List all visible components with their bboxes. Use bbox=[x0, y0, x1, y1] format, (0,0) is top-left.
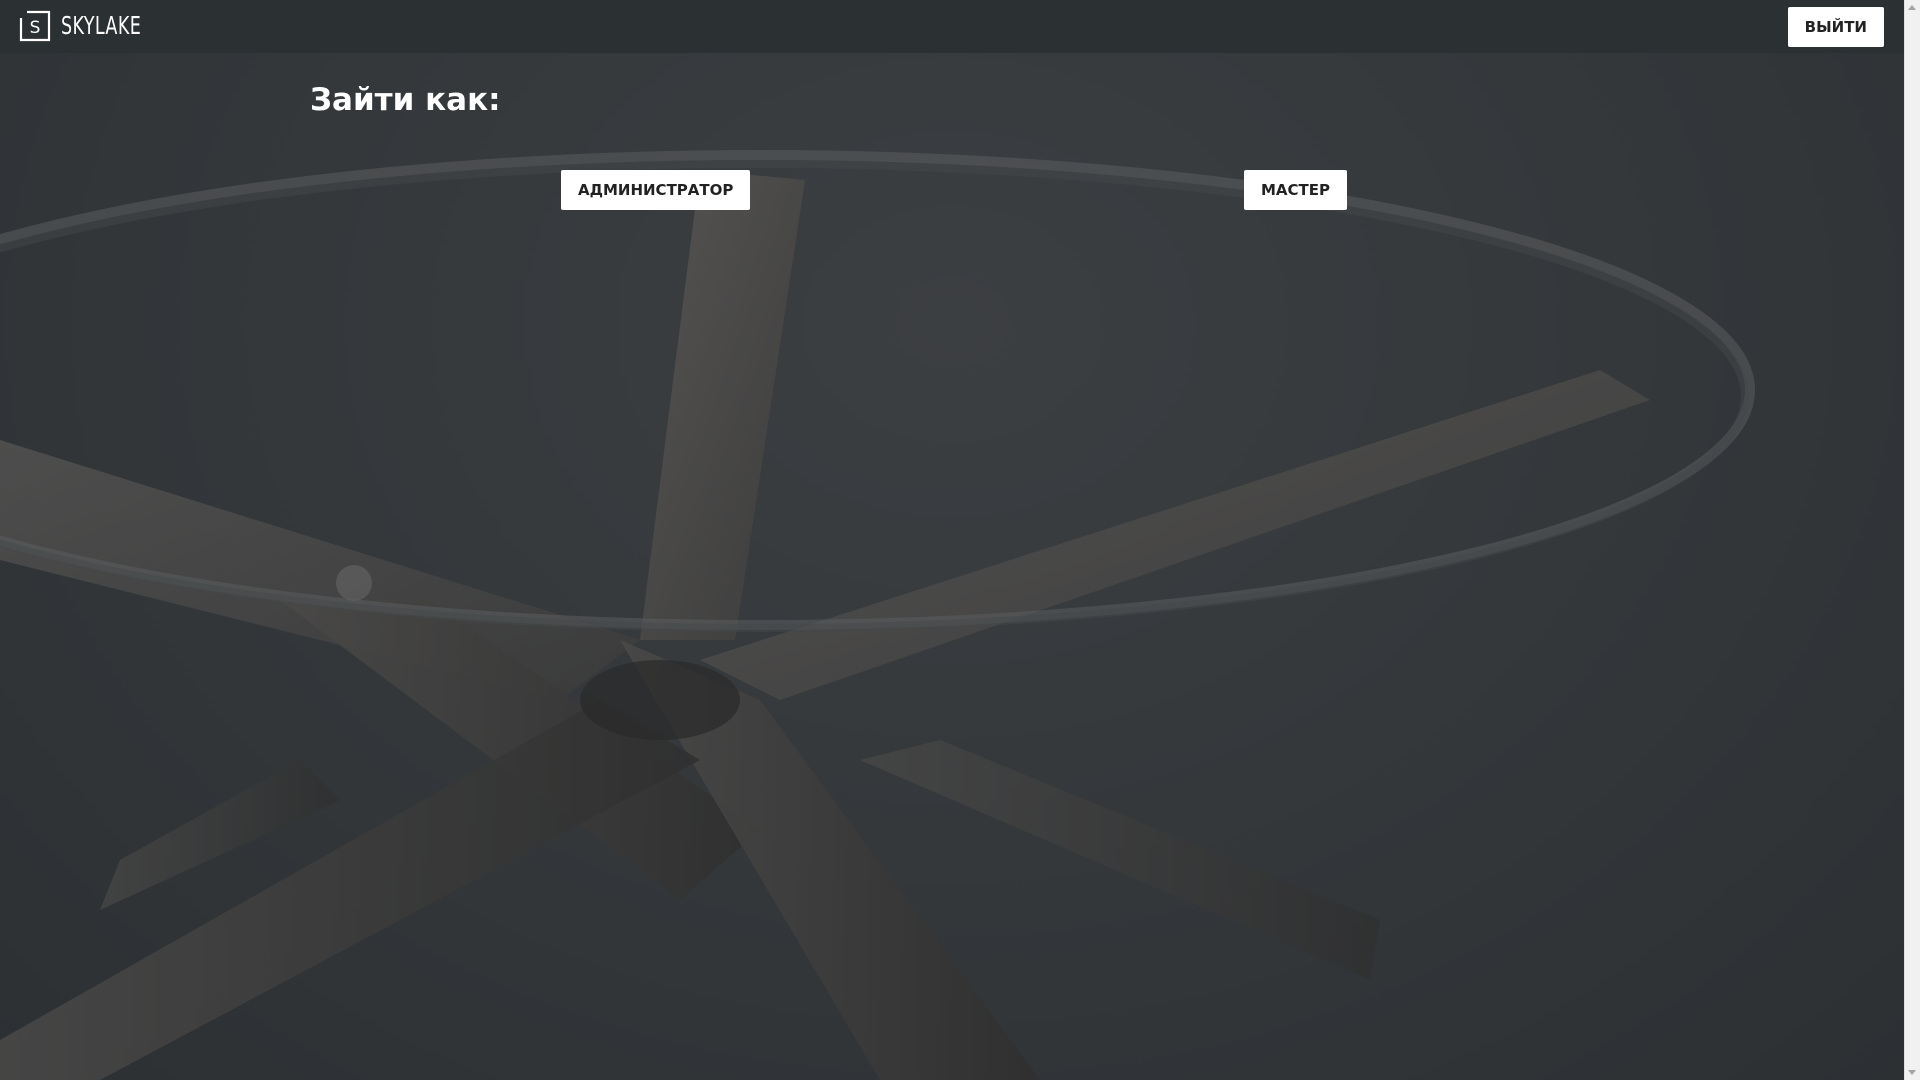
logo-mark-icon: S bbox=[19, 10, 51, 42]
logout-button[interactable]: ВЫЙТИ bbox=[1787, 7, 1884, 47]
scroll-down-icon[interactable] bbox=[1908, 1070, 1916, 1075]
logo-text: SKYLAKE bbox=[61, 11, 142, 40]
page: S SKYLAKE ВЫЙТИ Зайти как: АДМИНИСТРАТОР… bbox=[0, 0, 1904, 1080]
admin-role-button[interactable]: АДМИНИСТРАТОР bbox=[561, 170, 751, 210]
page-title: Зайти как: bbox=[310, 82, 501, 118]
skylake-logo[interactable]: S SKYLAKE bbox=[19, 10, 164, 42]
scroll-up-icon[interactable] bbox=[1908, 5, 1916, 10]
top-navbar: S SKYLAKE ВЫЙТИ bbox=[0, 0, 1904, 53]
master-role-button[interactable]: МАСТЕР bbox=[1244, 170, 1348, 210]
background-table-image bbox=[0, 150, 1755, 1080]
logo-letter: S bbox=[30, 18, 41, 38]
vertical-scrollbar[interactable] bbox=[1904, 0, 1920, 1080]
